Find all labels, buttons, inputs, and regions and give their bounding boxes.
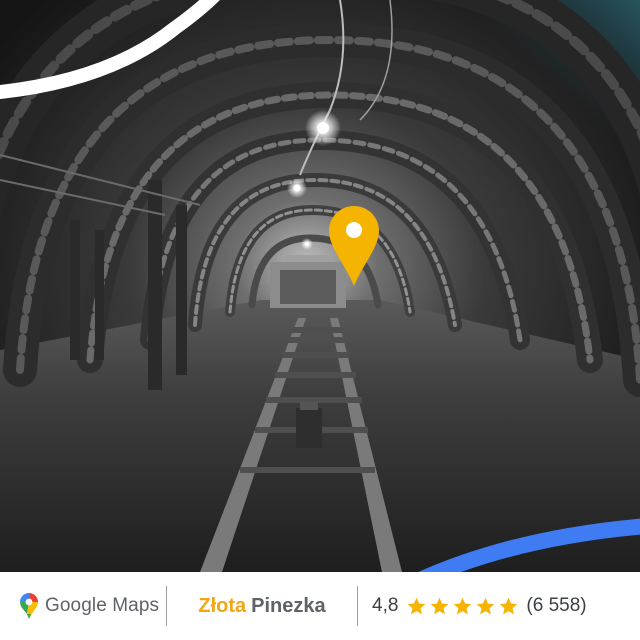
star-icon [408,597,426,614]
page: Google Maps Złota Pinezka 4,8 (6 558) [0,0,640,640]
rating-stars [406,596,521,617]
star-icon [500,597,518,614]
google-maps-label: Google Maps [45,595,160,616]
google-maps-pin-icon [20,593,38,619]
award-highlight: Złota [198,594,247,617]
award-rest: Pinezka [251,594,326,617]
star-icon [431,597,449,614]
star-icon [454,597,472,614]
rating-value: 4,8 [372,595,399,616]
rating-count: (6 558) [526,595,587,616]
star-icon [477,597,495,614]
award-title: Złota Pinezka [167,595,357,618]
footer-bar: Google Maps Złota Pinezka 4,8 (6 558) [0,572,640,640]
tunnel-photo [0,0,640,572]
google-maps-brand: Google Maps [0,592,166,620]
rating-block: 4,8 (6 558) [358,595,587,617]
